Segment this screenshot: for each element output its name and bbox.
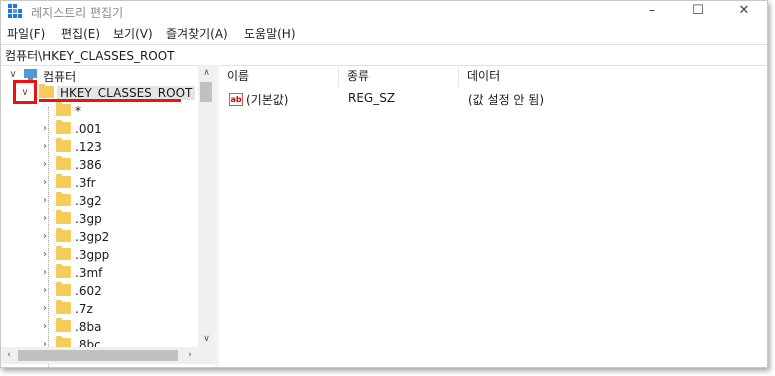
tree-label: .7z — [75, 302, 93, 316]
tree-label: 컴퓨터 — [43, 70, 77, 84]
collapsed-chevron-icon[interactable]: › — [39, 318, 51, 336]
tree-item-key[interactable]: › .001 — [1, 120, 201, 138]
tree-item-key[interactable]: › .3gp — [1, 210, 201, 228]
collapsed-chevron-icon[interactable]: › — [39, 282, 51, 300]
folder-icon — [56, 192, 71, 206]
registry-app-icon — [8, 4, 22, 18]
folder-icon — [39, 84, 54, 98]
values-list[interactable]: 이름 종류 데이터 ab (기본값) REG_SZ (값 설정 안 됨) — [219, 65, 767, 367]
tree-item-key[interactable]: › .8ba — [1, 318, 201, 336]
folder-icon — [56, 102, 71, 116]
menu-bar: 파일(F) 편집(E) 보기(V) 즐겨찾기(A) 도움말(H) — [1, 23, 767, 43]
column-header-data[interactable]: 데이터 — [459, 65, 759, 87]
menu-view[interactable]: 보기(V) — [113, 25, 153, 42]
address-path[interactable]: 컴퓨터\HKEY_CLASSES_ROOT — [5, 47, 175, 64]
annotation-highlight-box — [13, 80, 37, 104]
tree-label: .8ba — [75, 320, 102, 334]
scroll-right-icon[interactable]: › — [182, 347, 198, 364]
collapsed-chevron-icon[interactable]: › — [39, 138, 51, 156]
folder-icon — [56, 264, 71, 278]
maximize-button[interactable]: ☐ — [675, 1, 721, 23]
address-bar[interactable]: 컴퓨터\HKEY_CLASSES_ROOT — [1, 44, 767, 66]
column-header-name[interactable]: 이름 — [219, 65, 339, 87]
tree-label: .386 — [75, 158, 102, 172]
collapsed-chevron-icon[interactable]: › — [39, 228, 51, 246]
collapsed-chevron-icon[interactable]: › — [39, 210, 51, 228]
folder-icon — [56, 120, 71, 134]
tree-label: * — [75, 104, 81, 118]
value-type: REG_SZ — [348, 91, 396, 105]
menu-file[interactable]: 파일(F) — [7, 25, 45, 42]
column-header-type[interactable]: 종류 — [339, 65, 459, 87]
menu-favorites[interactable]: 즐겨찾기(A) — [166, 25, 228, 42]
scroll-left-icon[interactable]: ‹ — [1, 347, 17, 364]
tree-item-key[interactable]: › .602 — [1, 282, 201, 300]
tree-label: .3gpp — [75, 248, 110, 262]
menu-edit[interactable]: 편집(E) — [61, 25, 100, 42]
window-title: 레지스트리 편집기 — [31, 6, 124, 20]
tree-item-key[interactable]: › .3mf — [1, 264, 201, 282]
tree-item-key[interactable]: › .3g2 — [1, 192, 201, 210]
tree-label: .123 — [75, 140, 102, 154]
tree-item-key[interactable]: › .386 — [1, 156, 201, 174]
registry-editor-window: 레지스트리 편집기 – ☐ ✕ 파일(F) 편집(E) 보기(V) 즐겨찾기(A… — [0, 0, 768, 368]
tree-item-key[interactable]: › .3fr — [1, 174, 201, 192]
scroll-thumb[interactable] — [200, 82, 212, 102]
tree-item-key[interactable]: › .3gp2 — [1, 228, 201, 246]
minimize-button[interactable]: – — [629, 1, 675, 23]
tree-horizontal-scrollbar[interactable]: ‹ › — [1, 347, 215, 364]
folder-icon — [56, 228, 71, 242]
menu-help[interactable]: 도움말(H) — [244, 25, 296, 42]
value-name: (기본값) — [246, 93, 289, 107]
folder-icon — [56, 138, 71, 152]
tree-label: .602 — [75, 284, 102, 298]
title-bar: 레지스트리 편집기 – ☐ ✕ — [1, 1, 767, 23]
value-data: (값 설정 안 됨) — [468, 93, 545, 107]
tree-label: .3gp2 — [75, 230, 110, 244]
string-value-icon: ab — [229, 93, 243, 106]
collapsed-chevron-icon[interactable]: › — [39, 192, 51, 210]
folder-icon — [56, 318, 71, 332]
folder-icon — [56, 174, 71, 188]
scroll-thumb[interactable] — [18, 350, 178, 361]
folder-icon — [56, 282, 71, 296]
tree-vertical-scrollbar[interactable]: ∧ ∨ — [198, 65, 215, 347]
collapsed-chevron-icon[interactable]: › — [39, 156, 51, 174]
close-button[interactable]: ✕ — [721, 1, 767, 23]
tree-label: .001 — [75, 122, 102, 136]
key-tree[interactable]: ∨ 컴퓨터 ∨ HKEY_CLASSES_ROOT * › .001 › .123 › .3… — [1, 65, 216, 367]
tree-item-key[interactable]: › .7z — [1, 300, 201, 318]
folder-icon — [56, 300, 71, 314]
collapsed-chevron-icon[interactable]: › — [39, 246, 51, 264]
collapsed-chevron-icon[interactable]: › — [39, 120, 51, 138]
annotation-underline — [39, 99, 181, 102]
collapsed-chevron-icon[interactable]: › — [39, 300, 51, 318]
tree-item-key[interactable]: * — [1, 102, 201, 120]
tree-label: .3gp — [75, 212, 102, 226]
collapsed-chevron-icon[interactable]: › — [39, 264, 51, 282]
collapsed-chevron-icon[interactable]: › — [39, 174, 51, 192]
tree-item-key[interactable]: › .123 — [1, 138, 201, 156]
scroll-down-icon[interactable]: ∨ — [198, 331, 215, 347]
tree-label: .3fr — [75, 176, 96, 190]
folder-icon — [56, 210, 71, 224]
scroll-up-icon[interactable]: ∧ — [198, 65, 215, 81]
tree-label-selected: HKEY_CLASSES_ROOT — [57, 86, 196, 100]
tree-item-key[interactable]: › .3gpp — [1, 246, 201, 264]
folder-icon — [56, 246, 71, 260]
tree-label: .3g2 — [75, 194, 102, 208]
tree-label: .3mf — [75, 266, 103, 280]
folder-icon — [56, 156, 71, 170]
